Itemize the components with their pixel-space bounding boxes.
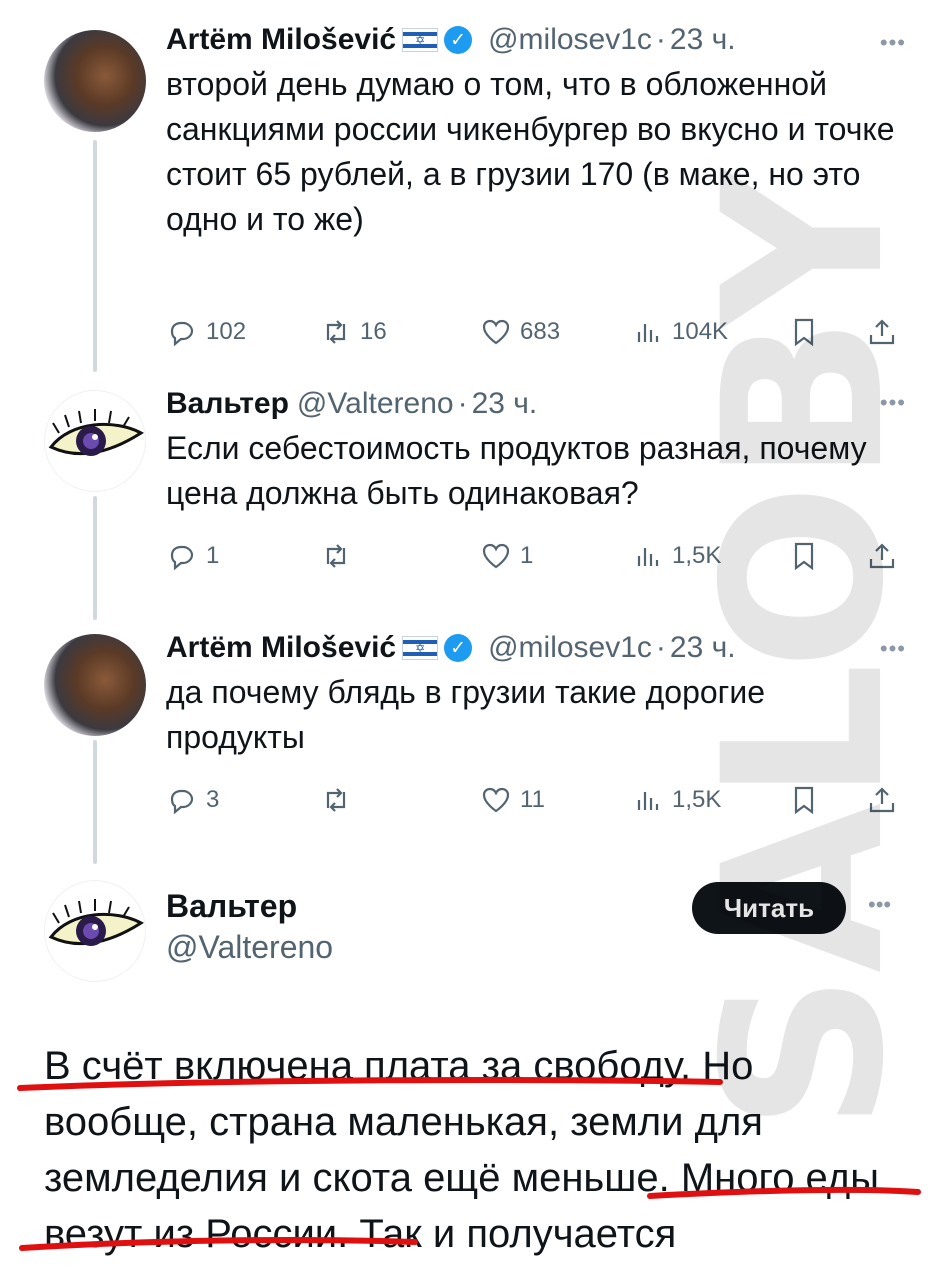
avatar[interactable] [44, 880, 146, 982]
tweet-header: Вальтер @Valtereno · 23 ч. [166, 384, 906, 424]
more-options-icon[interactable]: ••• [880, 30, 906, 56]
verified-badge-icon: ✓ [444, 634, 473, 662]
tweet[interactable]: Вальтер @Valtereno · 23 ч. ••• Если себе… [0, 384, 946, 614]
tweet[interactable]: Artëm Milošević ✡ ✓ @milosev1c · 23 ч. •… [0, 628, 946, 868]
eye-avatar-icon [48, 899, 144, 946]
reply-button[interactable]: 3 [166, 784, 219, 816]
reply-icon [170, 789, 194, 815]
more-options-icon[interactable]: ••• [880, 390, 906, 416]
share-button[interactable] [866, 540, 898, 572]
like-button[interactable]: 1 [480, 540, 533, 572]
views-chart-icon [637, 792, 659, 810]
tweet-header: Artëm Milošević ✡ ✓ @milosev1c · 23 ч. [166, 628, 906, 668]
avatar[interactable] [44, 390, 146, 492]
share-button[interactable] [866, 784, 898, 816]
separator-dot: · [655, 23, 666, 56]
timestamp[interactable]: 23 ч. [670, 631, 736, 665]
repost-icon [326, 320, 346, 344]
like-button[interactable]: 11 [480, 784, 545, 816]
repost-button[interactable] [320, 540, 360, 572]
tweet-text: второй день думаю о том, что в обложенно… [166, 66, 895, 237]
views-button[interactable]: 1,5K [632, 784, 721, 816]
verified-badge-icon: ✓ [444, 26, 473, 54]
views-chart-icon [637, 324, 659, 342]
author-name[interactable]: Artëm Milošević [166, 23, 396, 57]
repost-count: 16 [360, 318, 387, 345]
reply-count: 1 [206, 542, 220, 569]
author-handle[interactable]: @Valtereno [297, 387, 454, 421]
bookmark-button[interactable] [788, 784, 820, 816]
like-count: 1 [520, 542, 534, 569]
reply-count: 102 [206, 318, 247, 345]
timestamp[interactable]: 23 ч. [472, 387, 538, 421]
bookmark-button[interactable] [788, 540, 820, 572]
action-bar: 1 1 1,5K [166, 534, 906, 578]
tweet-text: Если себестоимость продуктов разная, поч… [166, 430, 867, 511]
more-options-icon[interactable]: ••• [880, 636, 906, 662]
avatar[interactable] [44, 634, 146, 736]
main-tweet-text: В счёт включена плата за свободу. Но воо… [44, 1038, 916, 1262]
action-bar: 3 11 1,5K [166, 778, 906, 822]
author-handle[interactable]: @milosev1c [488, 631, 652, 665]
like-button[interactable]: 683 [480, 316, 560, 348]
heart-icon [482, 787, 510, 813]
tweet-header: Artëm Milošević ✡ ✓ @milosev1c · 23 ч. [166, 20, 906, 60]
bookmark-icon [794, 318, 814, 347]
timestamp[interactable]: 23 ч. [670, 23, 736, 57]
repost-icon [326, 788, 346, 812]
like-count: 683 [520, 318, 561, 345]
bookmark-button[interactable] [788, 316, 820, 348]
reply-button[interactable]: 1 [166, 540, 219, 572]
heart-icon [482, 319, 510, 345]
author-name[interactable]: Вальтер [166, 387, 289, 421]
israel-flag-icon: ✡ [402, 28, 439, 52]
bookmark-icon [794, 786, 814, 815]
views-count: 1,5K [672, 786, 722, 813]
text-segment: В счёт включена плата за свободу. [44, 1044, 692, 1088]
action-bar: 102 16 683 104K [166, 310, 906, 354]
repost-icon [326, 544, 346, 568]
like-count: 11 [520, 786, 545, 813]
reply-icon [170, 545, 194, 571]
avatar[interactable] [44, 30, 146, 132]
views-button[interactable]: 104K [632, 316, 728, 348]
israel-flag-icon: ✡ [402, 636, 439, 660]
share-icon [869, 319, 895, 345]
share-button[interactable] [866, 316, 898, 348]
reply-button[interactable]: 102 [166, 316, 246, 348]
follow-button[interactable]: Читать [692, 882, 846, 934]
reply-icon [170, 321, 194, 347]
separator-dot: · [457, 387, 468, 420]
share-icon [869, 543, 895, 569]
eye-avatar-icon [48, 409, 144, 456]
more-options-icon[interactable]: ••• [868, 892, 891, 918]
separator-dot: · [655, 631, 666, 664]
reply-count: 3 [206, 786, 220, 813]
text-segment: Так и получается [348, 1212, 677, 1256]
tweet-text: да почему блядь в грузии такие дорогие п… [166, 674, 765, 755]
share-icon [869, 787, 895, 813]
views-count: 104K [672, 318, 729, 345]
author-name[interactable]: Artëm Milošević [166, 631, 396, 665]
views-button[interactable]: 1,5K [632, 540, 721, 572]
views-chart-icon [637, 548, 659, 566]
views-count: 1,5K [672, 542, 722, 569]
author-handle[interactable]: @milosev1c [488, 23, 652, 57]
repost-button[interactable]: 16 [320, 316, 387, 348]
tweet[interactable]: Artëm Milošević ✡ ✓ @milosev1c · 23 ч. •… [0, 20, 946, 380]
bookmark-icon [794, 542, 814, 571]
heart-icon [482, 543, 510, 569]
author-handle[interactable]: @Valtereno [166, 929, 906, 966]
repost-button[interactable] [320, 784, 360, 816]
